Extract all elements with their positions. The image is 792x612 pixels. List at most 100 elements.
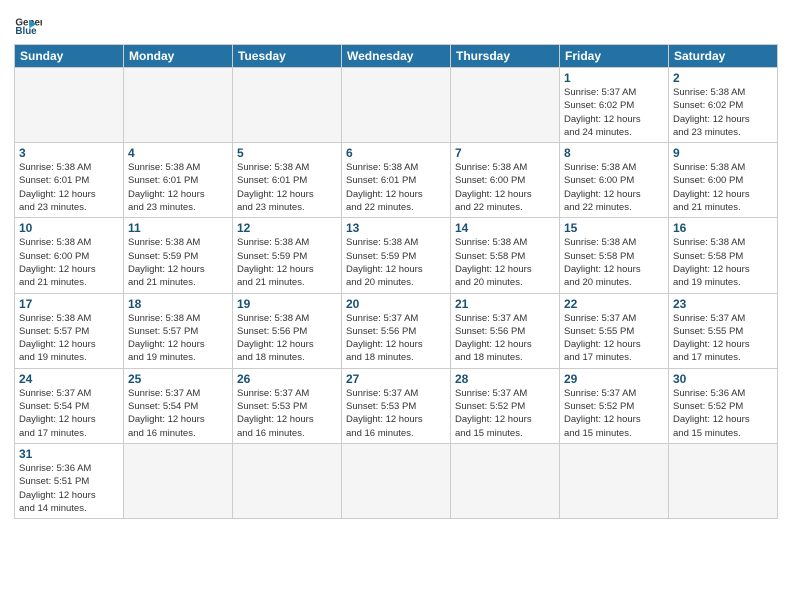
calendar-day-cell	[124, 68, 233, 143]
calendar-day-cell: 19Sunrise: 5:38 AM Sunset: 5:56 PM Dayli…	[233, 293, 342, 368]
day-info: Sunrise: 5:37 AM Sunset: 5:52 PM Dayligh…	[564, 387, 664, 440]
day-info: Sunrise: 5:38 AM Sunset: 6:00 PM Dayligh…	[673, 161, 773, 214]
calendar-day-cell: 17Sunrise: 5:38 AM Sunset: 5:57 PM Dayli…	[15, 293, 124, 368]
day-info: Sunrise: 5:36 AM Sunset: 5:51 PM Dayligh…	[19, 462, 119, 515]
header: General Blue	[14, 10, 778, 38]
day-info: Sunrise: 5:38 AM Sunset: 6:01 PM Dayligh…	[346, 161, 446, 214]
day-info: Sunrise: 5:38 AM Sunset: 5:59 PM Dayligh…	[346, 236, 446, 289]
day-number: 3	[19, 146, 119, 160]
day-info: Sunrise: 5:37 AM Sunset: 5:53 PM Dayligh…	[346, 387, 446, 440]
calendar-day-cell: 8Sunrise: 5:38 AM Sunset: 6:00 PM Daylig…	[560, 143, 669, 218]
calendar-day-cell	[342, 68, 451, 143]
day-number: 12	[237, 221, 337, 235]
svg-text:Blue: Blue	[15, 26, 37, 37]
calendar-header-sunday: Sunday	[15, 45, 124, 68]
day-info: Sunrise: 5:38 AM Sunset: 5:58 PM Dayligh…	[673, 236, 773, 289]
calendar-day-cell	[451, 68, 560, 143]
calendar-day-cell: 21Sunrise: 5:37 AM Sunset: 5:56 PM Dayli…	[451, 293, 560, 368]
logo-icon: General Blue	[14, 10, 42, 38]
calendar-header-tuesday: Tuesday	[233, 45, 342, 68]
day-info: Sunrise: 5:36 AM Sunset: 5:52 PM Dayligh…	[673, 387, 773, 440]
day-info: Sunrise: 5:37 AM Sunset: 5:56 PM Dayligh…	[455, 312, 555, 365]
day-info: Sunrise: 5:38 AM Sunset: 5:58 PM Dayligh…	[455, 236, 555, 289]
calendar-day-cell: 28Sunrise: 5:37 AM Sunset: 5:52 PM Dayli…	[451, 368, 560, 443]
calendar-week-row: 3 Sunrise: 5:38 AM Sunset: 6:01 PM Daylig…	[15, 143, 778, 218]
day-number: 10	[19, 221, 119, 235]
day-info: Sunrise: 5:37 AM Sunset: 5:52 PM Dayligh…	[455, 387, 555, 440]
day-info: Sunrise: 5:38 AM Sunset: 6:00 PM Dayligh…	[19, 236, 119, 289]
calendar-day-cell: 7Sunrise: 5:38 AM Sunset: 6:00 PM Daylig…	[451, 143, 560, 218]
day-number: 23	[673, 297, 773, 311]
calendar-header-monday: Monday	[124, 45, 233, 68]
day-info: Sunrise: 5:38 AM Sunset: 6:01 PM Dayligh…	[128, 161, 228, 214]
day-number: 20	[346, 297, 446, 311]
day-number: 28	[455, 372, 555, 386]
day-info: Sunrise: 5:37 AM Sunset: 5:54 PM Dayligh…	[19, 387, 119, 440]
day-number: 14	[455, 221, 555, 235]
calendar-day-cell: 23Sunrise: 5:37 AM Sunset: 5:55 PM Dayli…	[669, 293, 778, 368]
day-number: 31	[19, 447, 119, 461]
calendar-day-cell: 11Sunrise: 5:38 AM Sunset: 5:59 PM Dayli…	[124, 218, 233, 293]
day-info: Sunrise: 5:38 AM Sunset: 6:00 PM Dayligh…	[564, 161, 664, 214]
calendar-table: SundayMondayTuesdayWednesdayThursdayFrid…	[14, 44, 778, 519]
logo: General Blue	[14, 10, 46, 38]
calendar-day-cell: 4Sunrise: 5:38 AM Sunset: 6:01 PM Daylig…	[124, 143, 233, 218]
day-number: 1	[564, 71, 664, 85]
day-number: 8	[564, 146, 664, 160]
day-info: Sunrise: 5:38 AM Sunset: 5:57 PM Dayligh…	[128, 312, 228, 365]
calendar-day-cell: 24Sunrise: 5:37 AM Sunset: 5:54 PM Dayli…	[15, 368, 124, 443]
calendar-day-cell	[124, 443, 233, 518]
calendar-day-cell: 27Sunrise: 5:37 AM Sunset: 5:53 PM Dayli…	[342, 368, 451, 443]
calendar-day-cell: 30Sunrise: 5:36 AM Sunset: 5:52 PM Dayli…	[669, 368, 778, 443]
calendar-day-cell: 2Sunrise: 5:38 AM Sunset: 6:02 PM Daylig…	[669, 68, 778, 143]
calendar-day-cell: 16Sunrise: 5:38 AM Sunset: 5:58 PM Dayli…	[669, 218, 778, 293]
calendar-header-row: SundayMondayTuesdayWednesdayThursdayFrid…	[15, 45, 778, 68]
day-number: 16	[673, 221, 773, 235]
day-info: Sunrise: 5:38 AM Sunset: 6:01 PM Dayligh…	[237, 161, 337, 214]
calendar-day-cell: 18Sunrise: 5:38 AM Sunset: 5:57 PM Dayli…	[124, 293, 233, 368]
day-number: 27	[346, 372, 446, 386]
day-info: Sunrise: 5:37 AM Sunset: 5:55 PM Dayligh…	[673, 312, 773, 365]
calendar-day-cell: 1Sunrise: 5:37 AM Sunset: 6:02 PM Daylig…	[560, 68, 669, 143]
calendar-week-row: 1Sunrise: 5:37 AM Sunset: 6:02 PM Daylig…	[15, 68, 778, 143]
calendar-header-thursday: Thursday	[451, 45, 560, 68]
calendar-day-cell: 6Sunrise: 5:38 AM Sunset: 6:01 PM Daylig…	[342, 143, 451, 218]
calendar-header-saturday: Saturday	[669, 45, 778, 68]
day-number: 2	[673, 71, 773, 85]
calendar-day-cell	[15, 68, 124, 143]
day-info: Sunrise: 5:37 AM Sunset: 5:56 PM Dayligh…	[346, 312, 446, 365]
calendar-day-cell: 22Sunrise: 5:37 AM Sunset: 5:55 PM Dayli…	[560, 293, 669, 368]
day-info: Sunrise: 5:38 AM Sunset: 6:02 PM Dayligh…	[673, 86, 773, 139]
day-number: 7	[455, 146, 555, 160]
calendar-day-cell: 13Sunrise: 5:38 AM Sunset: 5:59 PM Dayli…	[342, 218, 451, 293]
day-number: 11	[128, 221, 228, 235]
calendar-day-cell	[560, 443, 669, 518]
day-info: Sunrise: 5:37 AM Sunset: 5:54 PM Dayligh…	[128, 387, 228, 440]
day-number: 6	[346, 146, 446, 160]
calendar-day-cell: 14Sunrise: 5:38 AM Sunset: 5:58 PM Dayli…	[451, 218, 560, 293]
day-number: 29	[564, 372, 664, 386]
calendar-day-cell: 26Sunrise: 5:37 AM Sunset: 5:53 PM Dayli…	[233, 368, 342, 443]
day-info: Sunrise: 5:37 AM Sunset: 6:02 PM Dayligh…	[564, 86, 664, 139]
calendar-week-row: 17Sunrise: 5:38 AM Sunset: 5:57 PM Dayli…	[15, 293, 778, 368]
day-number: 9	[673, 146, 773, 160]
calendar-week-row: 31Sunrise: 5:36 AM Sunset: 5:51 PM Dayli…	[15, 443, 778, 518]
calendar-day-cell	[233, 68, 342, 143]
calendar-day-cell: 31Sunrise: 5:36 AM Sunset: 5:51 PM Dayli…	[15, 443, 124, 518]
day-info: Sunrise: 5:38 AM Sunset: 6:00 PM Dayligh…	[455, 161, 555, 214]
calendar-day-cell: 25Sunrise: 5:37 AM Sunset: 5:54 PM Dayli…	[124, 368, 233, 443]
day-info: Sunrise: 5:38 AM Sunset: 5:59 PM Dayligh…	[237, 236, 337, 289]
calendar-week-row: 24Sunrise: 5:37 AM Sunset: 5:54 PM Dayli…	[15, 368, 778, 443]
day-number: 22	[564, 297, 664, 311]
day-info: Sunrise: 5:38 AM Sunset: 5:56 PM Dayligh…	[237, 312, 337, 365]
calendar-day-cell: 3Sunrise: 5:38 AM Sunset: 6:01 PM Daylig…	[15, 143, 124, 218]
day-number: 4	[128, 146, 228, 160]
day-number: 21	[455, 297, 555, 311]
calendar-day-cell: 10Sunrise: 5:38 AM Sunset: 6:00 PM Dayli…	[15, 218, 124, 293]
day-info: Sunrise: 5:38 AM Sunset: 5:57 PM Dayligh…	[19, 312, 119, 365]
day-number: 15	[564, 221, 664, 235]
calendar-day-cell: 5Sunrise: 5:38 AM Sunset: 6:01 PM Daylig…	[233, 143, 342, 218]
calendar-header-friday: Friday	[560, 45, 669, 68]
day-number: 17	[19, 297, 119, 311]
calendar-week-row: 10Sunrise: 5:38 AM Sunset: 6:00 PM Dayli…	[15, 218, 778, 293]
